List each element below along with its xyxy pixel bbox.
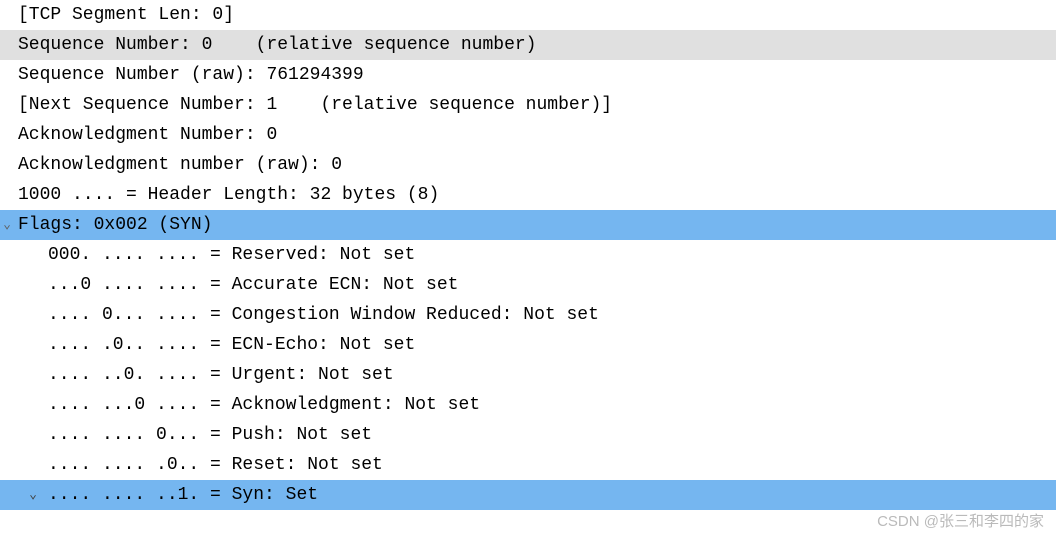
field-sequence-number-raw[interactable]: Sequence Number (raw): 761294399	[0, 60, 1056, 90]
caret-down-icon[interactable]: ⌄	[26, 484, 40, 506]
field-header-length[interactable]: 1000 .... = Header Length: 32 bytes (8)	[0, 180, 1056, 210]
field-acknowledgment-number[interactable]: Acknowledgment Number: 0	[0, 120, 1056, 150]
flag-cwr[interactable]: .... 0... .... = Congestion Window Reduc…	[0, 300, 1056, 330]
field-tcp-segment-len[interactable]: [TCP Segment Len: 0]	[0, 0, 1056, 30]
field-sequence-number[interactable]: Sequence Number: 0 (relative sequence nu…	[0, 30, 1056, 60]
flag-syn[interactable]: ⌄ .... .... ..1. = Syn: Set	[0, 480, 1056, 510]
flag-syn-label: .... .... ..1. = Syn: Set	[48, 480, 318, 510]
flag-push[interactable]: .... .... 0... = Push: Not set	[0, 420, 1056, 450]
watermark-text: CSDN @张三和李四的家	[877, 509, 1044, 534]
flag-reserved[interactable]: 000. .... .... = Reserved: Not set	[0, 240, 1056, 270]
caret-down-icon[interactable]: ⌄	[0, 214, 14, 236]
flag-urgent[interactable]: .... ..0. .... = Urgent: Not set	[0, 360, 1056, 390]
field-next-sequence-number[interactable]: [Next Sequence Number: 1 (relative seque…	[0, 90, 1056, 120]
field-flags-label: Flags: 0x002 (SYN)	[18, 210, 212, 240]
flag-ecn-echo[interactable]: .... .0.. .... = ECN-Echo: Not set	[0, 330, 1056, 360]
flag-accurate-ecn[interactable]: ...0 .... .... = Accurate ECN: Not set	[0, 270, 1056, 300]
flag-acknowledgment[interactable]: .... ...0 .... = Acknowledgment: Not set	[0, 390, 1056, 420]
field-flags[interactable]: ⌄ Flags: 0x002 (SYN)	[0, 210, 1056, 240]
flag-reset[interactable]: .... .... .0.. = Reset: Not set	[0, 450, 1056, 480]
field-acknowledgment-number-raw[interactable]: Acknowledgment number (raw): 0	[0, 150, 1056, 180]
